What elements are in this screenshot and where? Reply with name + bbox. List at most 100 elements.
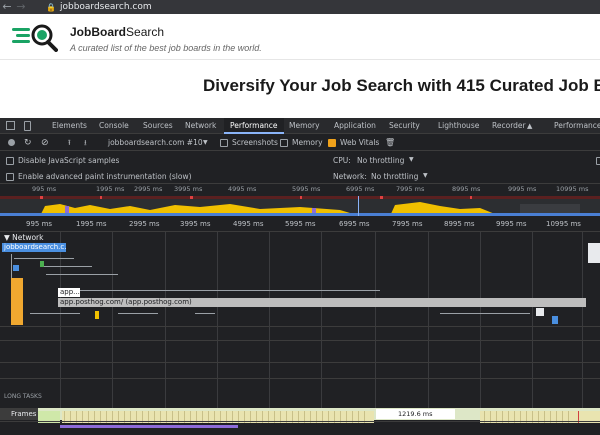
recording-select[interactable]: jobboardsearch.com #10 <box>108 135 203 151</box>
reload-record-icon[interactable]: ↻ <box>24 135 32 151</box>
request-wait-line <box>440 313 530 314</box>
request-wait-line <box>118 313 158 314</box>
cpu-throttling-select[interactable]: No throttling <box>357 156 404 165</box>
request-wait-line <box>195 313 215 314</box>
interaction-bar[interactable] <box>60 425 238 428</box>
tab-recorder[interactable]: Recorder <box>492 118 526 134</box>
clear-icon[interactable]: ⊘ <box>41 135 49 151</box>
request-wait-line <box>44 266 92 267</box>
devtools-panel: Elements Console Sources Network Perform… <box>0 118 600 435</box>
ruler-tick: 8995 ms <box>444 220 475 228</box>
network-request[interactable] <box>40 261 44 267</box>
overview-tick: 5995 ms <box>292 185 321 193</box>
disable-js-checkbox[interactable] <box>6 157 14 165</box>
paint-instrumentation-label: Enable advanced paint instrumentation (s… <box>18 172 192 181</box>
request-wait-line <box>80 290 380 291</box>
cpu-label: CPU: <box>333 156 351 165</box>
network-request[interactable] <box>552 316 558 324</box>
network-throttling-select[interactable]: No throttling <box>371 172 418 181</box>
load-profile-icon[interactable]: ⭱ <box>68 135 71 151</box>
brand-name: JobBoard <box>70 25 127 39</box>
memory-label: Memory <box>292 138 323 147</box>
tab-console[interactable]: Console <box>99 118 129 134</box>
web-vitals-label: Web Vitals <box>340 138 380 147</box>
memory-checkbox[interactable] <box>280 139 288 147</box>
ruler-tick: 4995 ms <box>233 220 264 228</box>
overview-tick: 7995 ms <box>396 185 425 193</box>
tab-performance[interactable]: Performance <box>224 118 284 134</box>
overview-tick: 2995 ms <box>134 185 163 193</box>
device-toolbar-icon[interactable] <box>24 121 31 131</box>
back-icon[interactable]: ← <box>0 0 14 14</box>
ruler-tick: 9995 ms <box>496 220 527 228</box>
paint-instrumentation-checkbox[interactable] <box>6 173 14 181</box>
lock-icon[interactable]: 🔒 <box>46 3 56 12</box>
devtools-tabbar: Elements Console Sources Network Perform… <box>0 118 600 134</box>
gridline <box>428 232 429 408</box>
screenshots-label: Screenshots <box>232 138 278 147</box>
overview-tick: 9995 ms <box>508 185 537 193</box>
network-request-app-short[interactable]: app... <box>58 288 80 297</box>
tab-security[interactable]: Security <box>389 118 420 134</box>
inspect-element-icon[interactable] <box>6 121 15 130</box>
address-bar[interactable]: jobboardsearch.com <box>60 2 152 12</box>
gridline <box>165 232 166 408</box>
tab-application[interactable]: Application <box>334 118 376 134</box>
network-request-main[interactable]: jobboardsearch.c... <box>2 243 66 252</box>
network-request-app-posthog[interactable]: app.posthog.com/ (app.posthog.com) <box>58 298 586 307</box>
network-track-label: Network <box>12 233 44 242</box>
timeline-overview[interactable]: 995 ms 1995 ms 2995 ms 3995 ms 4995 ms 5… <box>0 184 600 216</box>
network-request[interactable] <box>536 308 544 316</box>
gridline <box>582 232 583 408</box>
request-wait-line <box>14 258 74 259</box>
track-separator <box>0 326 600 327</box>
tab-performance-insights[interactable]: Performance <box>554 118 600 134</box>
overview-tick: 995 ms <box>32 185 57 193</box>
screenshots-checkbox[interactable] <box>220 139 228 147</box>
network-throttle-label: Network: <box>333 172 367 181</box>
network-request[interactable] <box>95 311 99 319</box>
network-request[interactable] <box>11 278 23 325</box>
settings-checkbox-right[interactable] <box>596 157 600 165</box>
network-request[interactable] <box>588 243 600 263</box>
gridline <box>480 232 481 408</box>
overview-tick: 6995 ms <box>346 185 375 193</box>
tab-network[interactable]: Network <box>185 118 216 134</box>
magnifier-logo-icon[interactable] <box>12 22 58 52</box>
ruler-tick: 995 ms <box>26 220 53 228</box>
recorder-beaker-icon: ▲ <box>527 122 533 130</box>
request-wait-line <box>46 274 118 275</box>
garbage-collect-icon[interactable]: 🗑 <box>385 135 395 151</box>
tab-lighthouse[interactable]: Lighthouse <box>438 118 479 134</box>
ruler-tick: 2995 ms <box>129 220 160 228</box>
time-ruler[interactable]: 995 ms 1995 ms 2995 ms 3995 ms 4995 ms 5… <box>0 216 600 232</box>
performance-toolbar: ↻ ⊘ ⭱ ⭳ jobboardsearch.com #10 ▼ Screens… <box>0 135 600 151</box>
tab-memory[interactable]: Memory <box>289 118 320 134</box>
ruler-tick: 7995 ms <box>392 220 423 228</box>
overview-tick: 10995 ms <box>556 185 589 193</box>
cpu-activity-chart <box>0 196 600 216</box>
web-vitals-checkbox[interactable] <box>328 139 336 147</box>
network-request[interactable] <box>13 265 19 271</box>
frames-track-label[interactable]: Frames <box>0 408 38 420</box>
track-separator <box>0 421 600 422</box>
ruler-tick: 5995 ms <box>285 220 316 228</box>
browser-toolbar: ← → 🔒 jobboardsearch.com <box>0 0 600 14</box>
forward-icon[interactable]: → <box>14 0 28 14</box>
site-brand[interactable]: JobBoardSearch <box>70 25 164 39</box>
tab-sources[interactable]: Sources <box>143 118 173 134</box>
gridline <box>375 232 376 408</box>
network-track-toggle[interactable]: ▼ Network <box>4 233 43 242</box>
frames-track[interactable] <box>0 408 600 423</box>
record-icon[interactable] <box>8 139 15 146</box>
brand-suffix: Search <box>126 25 165 39</box>
save-profile-icon[interactable]: ⭳ <box>84 135 87 151</box>
track-separator <box>0 378 600 379</box>
chevron-down-icon: ▼ <box>423 172 428 179</box>
frame-duration-badge[interactable]: 1219.6 ms <box>376 409 455 419</box>
tab-elements[interactable]: Elements <box>52 118 87 134</box>
page-headline: Diversify Your Job Search with 415 Curat… <box>203 76 600 95</box>
capture-settings: Disable JavaScript samples CPU: No throt… <box>0 152 600 184</box>
chevron-down-icon: ▼ <box>203 139 208 146</box>
ruler-tick: 6995 ms <box>339 220 370 228</box>
